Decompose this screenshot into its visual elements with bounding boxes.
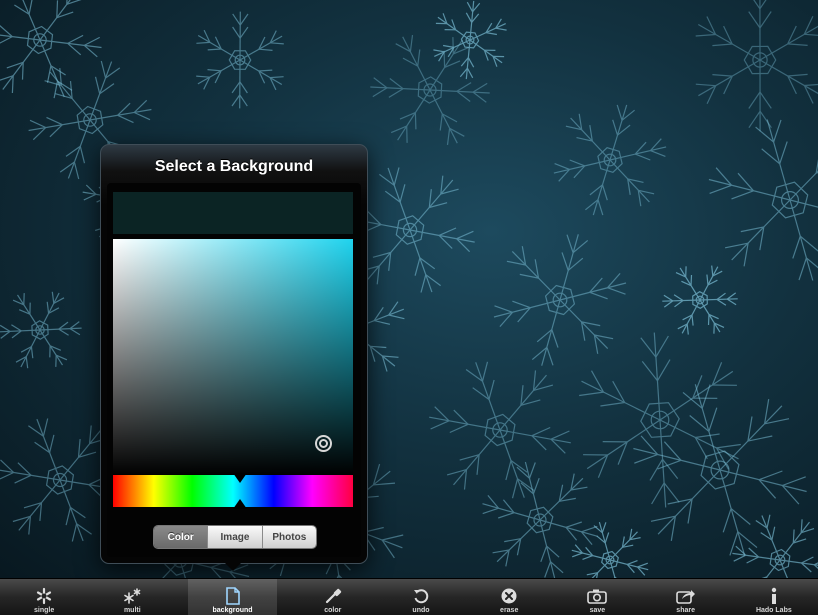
color-preview-swatch bbox=[113, 192, 353, 234]
segment-photos[interactable]: Photos bbox=[262, 526, 316, 548]
toolbar-background-button[interactable]: background bbox=[188, 579, 276, 615]
multi-snowflake-icon bbox=[122, 586, 142, 606]
toolbar-label: erase bbox=[500, 607, 518, 614]
segment-image[interactable]: Image bbox=[207, 526, 261, 548]
toolbar-undo-button[interactable]: undo bbox=[377, 579, 465, 615]
erase-icon bbox=[499, 586, 519, 606]
background-source-segmented-control: Color Image Photos bbox=[153, 525, 317, 549]
popover-title: Select a Background bbox=[101, 158, 367, 176]
background-popover: Select a Background Color Image Photos bbox=[100, 144, 368, 564]
toolbar-erase-button[interactable]: erase bbox=[465, 579, 553, 615]
toolbar-label: share bbox=[676, 607, 695, 614]
toolbar-multi-button[interactable]: multi bbox=[88, 579, 176, 615]
undo-icon bbox=[411, 586, 431, 606]
toolbar-label: multi bbox=[124, 607, 141, 614]
hue-slider-thumb[interactable] bbox=[233, 473, 247, 483]
color-picker-marker[interactable] bbox=[315, 435, 332, 452]
toolbar-label: Hado Labs bbox=[756, 607, 792, 614]
snowflake-icon bbox=[34, 586, 54, 606]
toolbar-save-button[interactable]: save bbox=[553, 579, 641, 615]
toolbar-share-button[interactable]: share bbox=[642, 579, 730, 615]
segment-color[interactable]: Color bbox=[154, 526, 207, 548]
toolbar-color-button[interactable]: color bbox=[289, 579, 377, 615]
toolbar-label: undo bbox=[412, 607, 429, 614]
toolbar-label: color bbox=[324, 607, 341, 614]
toolbar-label: background bbox=[213, 607, 253, 614]
hue-slider-thumb-bottom bbox=[233, 499, 247, 509]
camera-icon bbox=[587, 586, 607, 606]
document-icon bbox=[223, 586, 243, 606]
toolbar-single-button[interactable]: single bbox=[0, 579, 88, 615]
eyedropper-icon bbox=[323, 586, 343, 606]
toolbar-label: single bbox=[34, 607, 54, 614]
info-icon bbox=[764, 586, 784, 606]
bottom-toolbar: single multi background color undo erase bbox=[0, 578, 818, 615]
toolbar-hado-labs-button[interactable]: Hado Labs bbox=[730, 579, 818, 615]
popover-arrow bbox=[222, 560, 244, 571]
share-icon bbox=[676, 586, 696, 606]
toolbar-label: save bbox=[590, 607, 606, 614]
